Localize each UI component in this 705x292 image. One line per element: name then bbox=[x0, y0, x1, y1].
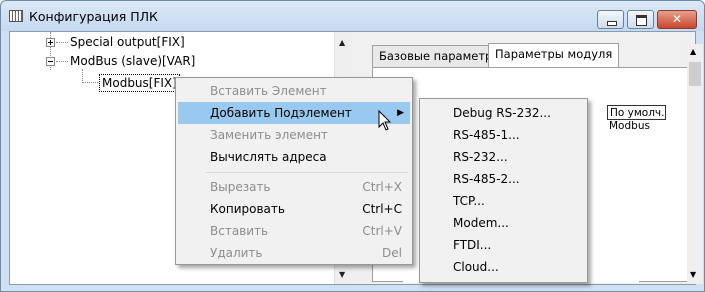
maximize-button[interactable] bbox=[627, 10, 654, 29]
add-subelement-submenu: Debug RS-232... RS-485-1... RS-232... RS… bbox=[419, 98, 588, 283]
mouse-pointer-icon bbox=[378, 110, 392, 131]
submenu-item-label: Debug RS-232... bbox=[453, 106, 551, 120]
submenu-item-label: TCP... bbox=[453, 194, 485, 208]
submenu-item-ftdi[interactable]: FTDI... bbox=[422, 234, 585, 256]
submenu-item-modem[interactable]: Modem... bbox=[422, 212, 585, 234]
grid-cell-default[interactable]: Modbus bbox=[609, 120, 650, 132]
submenu-item-rs232[interactable]: RS-232... bbox=[422, 146, 585, 168]
minimize-button[interactable] bbox=[597, 10, 624, 29]
submenu-item-label: RS-232... bbox=[453, 150, 508, 164]
menu-item-label: Копировать bbox=[210, 202, 285, 216]
scroll-up-icon[interactable]: ▲ bbox=[690, 47, 696, 56]
menu-item-add-subelement[interactable]: Добавить Подэлемент ▶ bbox=[178, 102, 410, 124]
window-title: Конфигурация ПЛК bbox=[29, 9, 158, 24]
title-bar[interactable]: Конфигурация ПЛК ✕ bbox=[1, 1, 704, 31]
tab-module-params[interactable]: Параметры модуля bbox=[488, 43, 620, 67]
submenu-item-debug-rs232[interactable]: Debug RS-232... bbox=[422, 102, 585, 124]
menu-item-delete[interactable]: Удалить Del bbox=[178, 242, 410, 264]
menu-item-shortcut: Del bbox=[382, 246, 402, 260]
tree-node-special-output[interactable]: Special output[FIX] bbox=[70, 34, 185, 50]
menu-item-label: Вырезать bbox=[210, 180, 271, 194]
minimize-icon bbox=[607, 21, 617, 26]
menu-item-label: Заменить элемент bbox=[210, 128, 328, 142]
scroll-up-icon[interactable]: ▲ bbox=[339, 38, 345, 47]
tree-guide-line bbox=[56, 42, 68, 43]
collapse-icon[interactable] bbox=[46, 57, 55, 66]
scroll-down-icon[interactable]: ▼ bbox=[690, 270, 696, 279]
submenu-item-tcp[interactable]: TCP... bbox=[422, 190, 585, 212]
submenu-item-rs485-2[interactable]: RS-485-2... bbox=[422, 168, 585, 190]
maximize-icon bbox=[636, 15, 647, 26]
menu-item-shortcut: Ctrl+C bbox=[362, 202, 402, 216]
menu-item-shortcut: Ctrl+V bbox=[362, 224, 402, 238]
menu-item-cut[interactable]: Вырезать Ctrl+X bbox=[178, 176, 410, 198]
scroll-thumb[interactable] bbox=[689, 62, 701, 86]
panel-scrollbar[interactable]: ▲ ▼ bbox=[687, 44, 703, 284]
menu-separator bbox=[206, 172, 408, 173]
close-icon: ✕ bbox=[671, 12, 683, 26]
menu-item-copy[interactable]: Копировать Ctrl+C bbox=[178, 198, 410, 220]
plc-config-icon bbox=[9, 10, 23, 22]
close-button[interactable]: ✕ bbox=[657, 10, 697, 29]
context-menu: Вставить Элемент Добавить Подэлемент ▶ З… bbox=[175, 77, 413, 265]
tree-guide-line bbox=[56, 61, 68, 62]
tree-node-modbus-slave[interactable]: ModBus (slave)[VAR] bbox=[70, 53, 195, 69]
menu-item-calc-addresses[interactable]: Вычислять адреса bbox=[178, 146, 410, 168]
expand-icon[interactable] bbox=[46, 38, 55, 47]
menu-item-label: Вставить bbox=[210, 224, 269, 238]
menu-item-shortcut: Ctrl+X bbox=[362, 180, 402, 194]
tree-guide-line bbox=[82, 82, 98, 83]
menu-item-insert-element[interactable]: Вставить Элемент bbox=[178, 80, 410, 102]
submenu-item-label: FTDI... bbox=[453, 238, 492, 252]
submenu-item-label: RS-485-1... bbox=[453, 128, 520, 142]
submenu-item-rs485-1[interactable]: RS-485-1... bbox=[422, 124, 585, 146]
menu-item-paste[interactable]: Вставить Ctrl+V bbox=[178, 220, 410, 242]
grid-column-default[interactable]: По умолч. bbox=[607, 105, 666, 120]
submenu-item-label: Modem... bbox=[453, 216, 509, 230]
submenu-item-cloud[interactable]: Cloud... bbox=[422, 256, 585, 278]
submenu-arrow-icon: ▶ bbox=[397, 108, 404, 118]
tree-node-modbus-fix[interactable]: Modbus[FIX] bbox=[99, 74, 180, 92]
submenu-item-label: Cloud... bbox=[453, 260, 499, 274]
menu-item-label: Добавить Подэлемент bbox=[210, 106, 352, 120]
menu-item-label: Вставить Элемент bbox=[210, 84, 327, 98]
submenu-item-label: RS-485-2... bbox=[453, 172, 520, 186]
menu-item-replace-element[interactable]: Заменить элемент bbox=[178, 124, 410, 146]
menu-item-label: Вычислять адреса bbox=[210, 150, 327, 164]
scroll-down-icon[interactable]: ▼ bbox=[339, 270, 345, 279]
tree-guide-line bbox=[82, 69, 83, 83]
menu-item-label: Удалить bbox=[210, 246, 263, 260]
